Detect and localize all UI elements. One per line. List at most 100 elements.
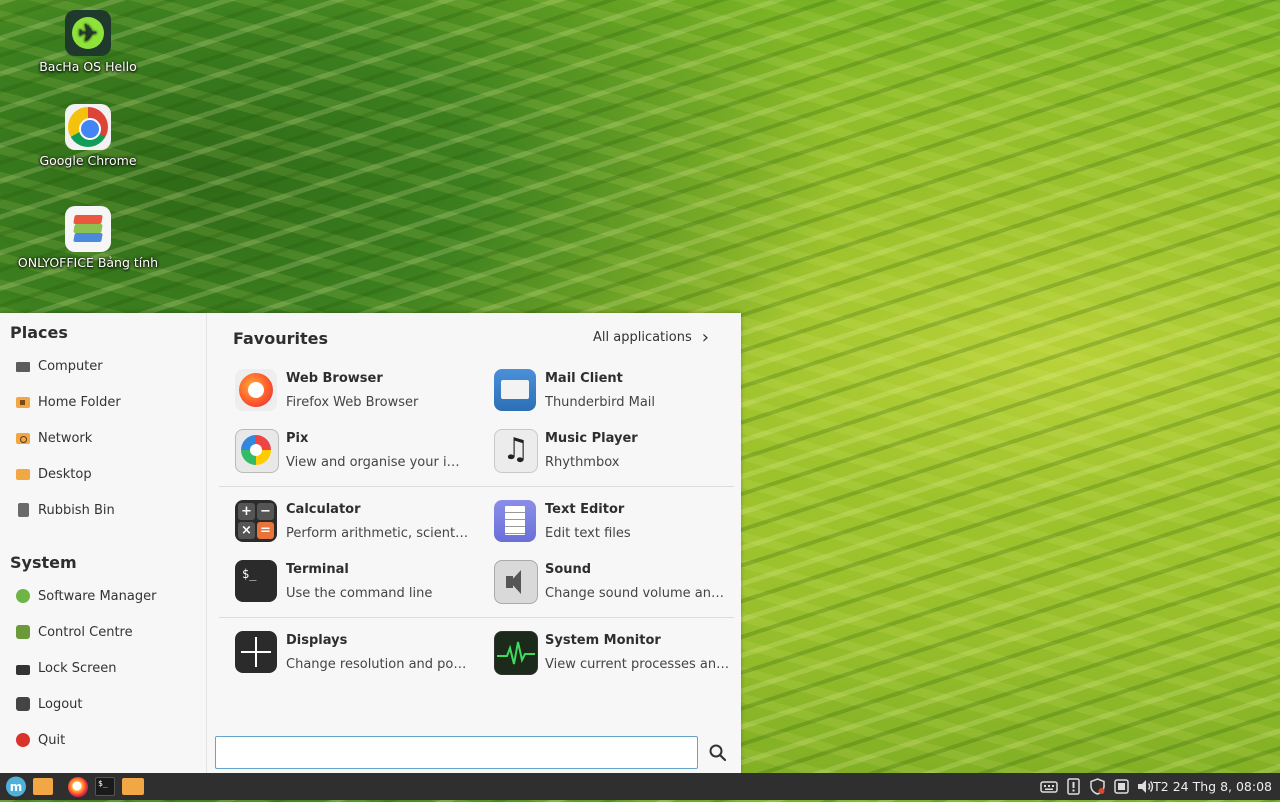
desktop-icon-onlyoffice[interactable]: ONLYOFFICE Bảng tính <box>13 206 163 270</box>
places-item-computer[interactable]: Computer <box>16 355 103 377</box>
text-editor-icon <box>494 500 536 542</box>
system-item-logout[interactable]: Logout <box>16 693 83 715</box>
taskbar: m $_ T2 24 Thg 8, 08:08 <box>0 773 1280 800</box>
network-folder-icon <box>16 432 30 444</box>
svg-text:m: m <box>10 780 23 794</box>
places-item-label: Network <box>38 430 93 446</box>
app-name: System Monitor <box>545 633 661 648</box>
app-description: Perform arithmetic, scientific or financ… <box>286 526 471 541</box>
power-icon <box>16 733 30 747</box>
terminal-launcher[interactable]: $_ <box>95 775 117 798</box>
firefox-launcher[interactable] <box>68 775 90 798</box>
separator <box>219 486 734 487</box>
terminal-icon: $_ <box>95 777 115 796</box>
sound-icon <box>494 560 538 604</box>
mail-icon <box>494 369 536 411</box>
terminal-icon: $_ <box>235 560 277 602</box>
system-item-quit[interactable]: Quit <box>16 729 65 751</box>
all-applications-label: All applications <box>593 330 692 345</box>
app-name: Mail Client <box>545 371 623 386</box>
app-mail-client[interactable]: Mail Client Thunderbird Mail <box>494 365 744 417</box>
desktop-icon-chrome[interactable]: Google Chrome <box>13 104 163 168</box>
clock[interactable]: T2 24 Thg 8, 08:08 <box>1153 779 1272 794</box>
app-system-monitor[interactable]: System Monitor View current processes an… <box>494 627 744 679</box>
system-item-label: Lock Screen <box>38 660 117 676</box>
chevron-right-icon: › <box>701 326 709 348</box>
calculator-icon: + − × = <box>235 500 277 542</box>
system-item-software-manager[interactable]: Software Manager <box>16 585 156 607</box>
app-description: View current processes and monitor syste… <box>545 657 730 672</box>
keyboard-icon[interactable] <box>1040 778 1058 795</box>
places-item-network[interactable]: Network <box>16 427 92 449</box>
app-calculator[interactable]: + − × = Calculator Perform arithmetic, s… <box>235 496 485 548</box>
update-icon[interactable] <box>1065 778 1082 795</box>
app-pix[interactable]: Pix View and organise your images <box>235 425 485 477</box>
app-name: Sound <box>545 562 592 577</box>
app-web-browser[interactable]: Web Browser Firefox Web Browser <box>235 365 485 417</box>
app-description: Change resolution and position of monito… <box>286 657 471 672</box>
files-launcher[interactable] <box>33 775 55 798</box>
logout-icon <box>16 697 30 711</box>
folder-launcher[interactable] <box>122 775 146 798</box>
onlyoffice-icon <box>65 206 111 252</box>
system-item-label: Logout <box>38 696 83 712</box>
app-description: Change sound volume and sound events <box>545 586 730 601</box>
chrome-icon <box>65 104 111 150</box>
app-description: Rhythmbox <box>545 455 620 470</box>
desktop-icon-label: BacHa OS Hello <box>39 59 137 74</box>
places-item-home-folder[interactable]: Home Folder <box>16 391 121 413</box>
places-title: Places <box>10 323 68 342</box>
app-music-player[interactable]: ♫ Music Player Rhythmbox <box>494 425 744 477</box>
desktop-icon-label: Google Chrome <box>39 153 137 168</box>
system-title: System <box>10 553 77 572</box>
places-item-label: Computer <box>38 358 103 374</box>
trash-icon <box>18 503 29 517</box>
desktop-icon-bacha-hello[interactable]: ✈ BacHa OS Hello <box>13 10 163 74</box>
app-name: Terminal <box>286 562 349 577</box>
desktop-icon-label: ONLYOFFICE Bảng tính <box>17 255 159 270</box>
pix-icon <box>235 429 279 473</box>
firefox-icon <box>68 777 88 797</box>
lock-icon <box>16 665 30 675</box>
system-monitor-icon <box>494 631 538 675</box>
places-item-label: Desktop <box>38 466 92 482</box>
favourites-title: Favourites <box>233 329 328 348</box>
app-description: Firefox Web Browser <box>286 395 419 410</box>
app-name: Pix <box>286 431 309 446</box>
bacha-hello-icon: ✈ <box>65 10 111 56</box>
app-displays[interactable]: Displays Change resolution and position … <box>235 627 485 679</box>
places-item-label: Rubbish Bin <box>38 502 115 518</box>
computer-icon <box>16 362 30 372</box>
network-icon[interactable] <box>1113 778 1130 795</box>
menu-button[interactable]: m <box>4 775 28 798</box>
app-sound[interactable]: Sound Change sound volume and sound even… <box>494 556 744 608</box>
software-manager-icon <box>16 589 30 603</box>
music-icon: ♫ <box>494 429 538 473</box>
separator <box>219 617 734 618</box>
system-item-label: Quit <box>38 732 66 748</box>
app-name: Text Editor <box>545 502 625 517</box>
search-input[interactable] <box>215 736 698 769</box>
control-centre-icon <box>16 625 30 639</box>
app-description: Use the command line <box>286 586 433 601</box>
start-menu: Places Computer Home Folder Network Desk… <box>0 313 741 773</box>
desktop-folder-icon <box>16 468 30 480</box>
firefox-icon <box>235 369 277 411</box>
places-item-label: Home Folder <box>38 394 121 410</box>
system-item-lock-screen[interactable]: Lock Screen <box>16 657 116 679</box>
app-description: View and organise your images <box>286 455 471 470</box>
displays-icon <box>235 631 277 673</box>
app-terminal[interactable]: $_ Terminal Use the command line <box>235 556 485 608</box>
places-item-rubbish-bin[interactable]: Rubbish Bin <box>16 499 115 521</box>
system-item-control-centre[interactable]: Control Centre <box>16 621 133 643</box>
files-icon <box>33 778 53 795</box>
volume-icon[interactable] <box>1136 778 1154 795</box>
app-description: Thunderbird Mail <box>545 395 656 410</box>
app-text-editor[interactable]: Text Editor Edit text files <box>494 496 744 548</box>
places-panel: Places Computer Home Folder Network Desk… <box>0 313 207 773</box>
places-item-desktop[interactable]: Desktop <box>16 463 92 485</box>
home-folder-icon <box>16 396 30 408</box>
search-icon[interactable] <box>708 743 728 763</box>
shield-icon[interactable] <box>1089 778 1106 795</box>
all-applications-button[interactable]: All applications › <box>593 326 709 348</box>
